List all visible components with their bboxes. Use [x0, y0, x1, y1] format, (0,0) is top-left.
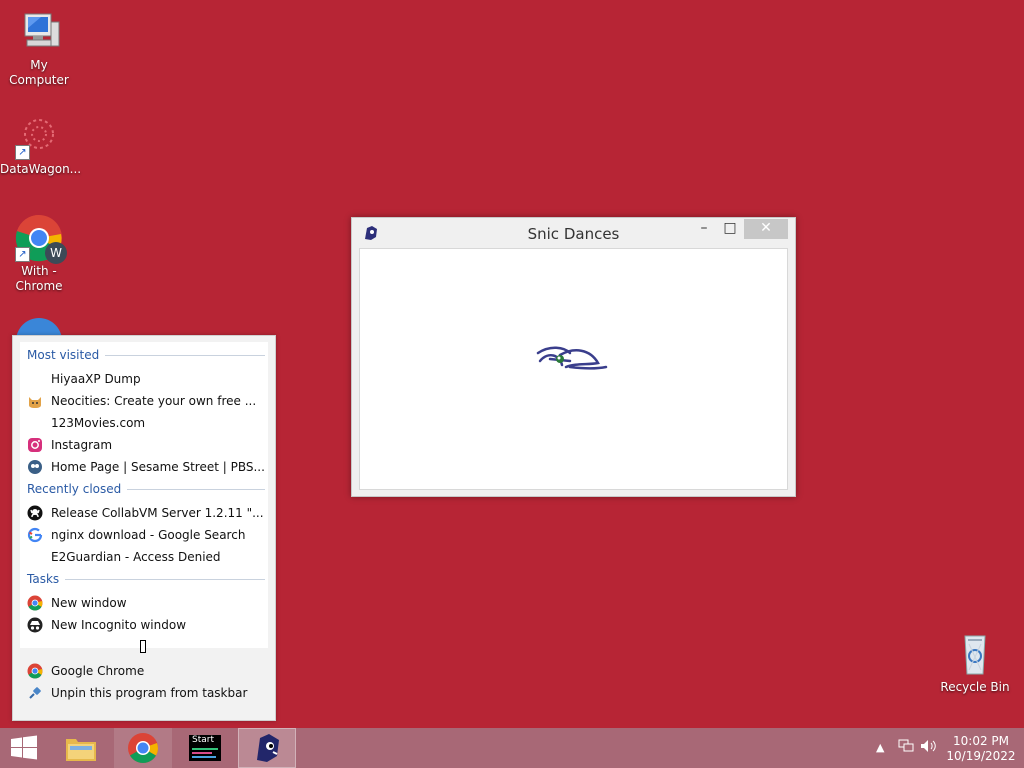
section-header: Tasks [27, 572, 60, 586]
recycle-bin-icon [951, 630, 999, 678]
jump-item-collabvm[interactable]: Release CollabVM Server 1.2.11 "... [27, 503, 264, 523]
network-icon[interactable] [898, 739, 914, 757]
unpin-from-taskbar[interactable]: Unpin this program from taskbar [27, 683, 247, 703]
mouse-cursor [140, 640, 146, 653]
jump-item-pbs[interactable]: Home Page | Sesame Street | PBS... [27, 457, 265, 477]
chrome-icon [27, 663, 43, 679]
jump-item-label: Google Chrome [51, 664, 145, 678]
maximize-button[interactable]: □ [720, 219, 740, 239]
desktop-icon-label: DataWagon... [0, 162, 82, 176]
instagram-favicon-icon [27, 437, 43, 453]
cat-favicon-icon [27, 393, 43, 409]
chrome-icon [128, 733, 158, 764]
section-header: Recently closed [27, 482, 122, 496]
taskbar-snic-dances[interactable] [238, 728, 296, 768]
clock-time: 10:02 PM [953, 734, 1009, 748]
taskbar-start-app[interactable]: Start [180, 728, 230, 768]
snic-dances-window[interactable]: Snic Dances – □ ✕ [351, 217, 796, 497]
computer-icon [15, 8, 63, 56]
jump-item-123movies[interactable]: 123Movies.com [27, 413, 145, 433]
close-button[interactable]: ✕ [744, 219, 788, 239]
section-recently-closed: Recently closed [27, 482, 265, 496]
jump-item-label: E2Guardian - Access Denied [51, 550, 221, 564]
window-content [359, 248, 788, 490]
snic-sprite [536, 346, 608, 370]
jump-item-label: New window [51, 596, 127, 610]
jump-item-label: Release CollabVM Server 1.2.11 "... [51, 506, 264, 520]
windows-logo-icon [11, 735, 37, 760]
jump-item-label: Unpin this program from taskbar [51, 686, 248, 700]
desktop-icon-label: Recycle Bin [940, 680, 1010, 694]
snic-app-icon [257, 734, 279, 762]
jump-item-neocities[interactable]: Neocities: Create your own free ... [27, 391, 256, 411]
title-bar[interactable]: Snic Dances – □ ✕ [352, 218, 795, 248]
start-tile-icon: Start [189, 735, 221, 761]
jump-item-label: Home Page | Sesame Street | PBS... [51, 460, 265, 474]
google-favicon-icon [27, 527, 43, 543]
jump-item-nginx[interactable]: nginx download - Google Search [27, 525, 245, 545]
jump-item-label: nginx download - Google Search [51, 528, 246, 542]
jump-item-e2guardian[interactable]: E2Guardian - Access Denied [27, 547, 221, 567]
jump-item-instagram[interactable]: Instagram [27, 435, 112, 455]
show-hidden-icons-button[interactable]: ▲ [876, 741, 884, 754]
desktop-icon-label: My Computer [9, 58, 69, 87]
blank-favicon-icon [27, 371, 43, 387]
jump-item-label: 123Movies.com [51, 416, 146, 430]
blank-favicon-icon [27, 549, 43, 565]
shortcut-arrow-icon: ↗ [15, 247, 30, 262]
start-button[interactable] [0, 728, 46, 768]
minimize-button[interactable]: – [694, 219, 714, 239]
taskbar-chrome[interactable] [114, 728, 172, 768]
jump-item-label: New Incognito window [51, 618, 187, 632]
system-clock[interactable]: 10:02 PM 10/19/2022 [946, 734, 1016, 764]
blank-favicon-icon [27, 415, 43, 431]
taskbar-file-explorer[interactable] [56, 728, 106, 768]
jump-item-hiyaaxp[interactable]: HiyaaXP Dump [27, 369, 141, 389]
folder-icon [66, 739, 96, 761]
jump-item-label: Instagram [51, 438, 113, 452]
section-header: Most visited [27, 348, 100, 362]
section-most-visited: Most visited [27, 348, 265, 362]
pbs-favicon-icon [27, 459, 43, 475]
desktop-icon-datawagon[interactable]: ↗ DataWagon... [0, 112, 82, 177]
shortcut-arrow-icon: ↗ [15, 145, 30, 160]
start-tile-label: Start [192, 735, 214, 745]
desktop-icon-my-computer[interactable]: My Computer [0, 8, 78, 88]
launch-google-chrome[interactable]: Google Chrome [27, 661, 144, 681]
task-new-incognito-window[interactable]: New Incognito window [27, 615, 186, 635]
desktop-icon-label-line2: Chrome [15, 279, 63, 293]
jump-item-label: Neocities: Create your own free ... [51, 394, 257, 408]
section-tasks: Tasks [27, 572, 265, 586]
github-favicon-icon [27, 505, 43, 521]
unpin-icon [27, 685, 43, 701]
chrome-icon [27, 595, 43, 611]
chrome-jump-list: Most visited HiyaaXP Dump Neocities: Cre… [12, 335, 276, 721]
incognito-icon [27, 617, 43, 633]
jump-item-label: HiyaaXP Dump [51, 372, 141, 386]
volume-icon[interactable] [920, 739, 938, 756]
desktop-icon-with-chrome[interactable]: W ↗ With - Chrome [0, 214, 78, 294]
chrome-icon: W ↗ [15, 214, 67, 264]
datawagon-icon: ↗ [15, 112, 63, 160]
desktop-icon-label-line1: With - [21, 264, 57, 278]
profile-badge: W [45, 242, 67, 264]
desktop-icon-recycle-bin[interactable]: Recycle Bin [940, 630, 1010, 695]
clock-date: 10/19/2022 [946, 749, 1016, 763]
task-new-window[interactable]: New window [27, 593, 127, 613]
